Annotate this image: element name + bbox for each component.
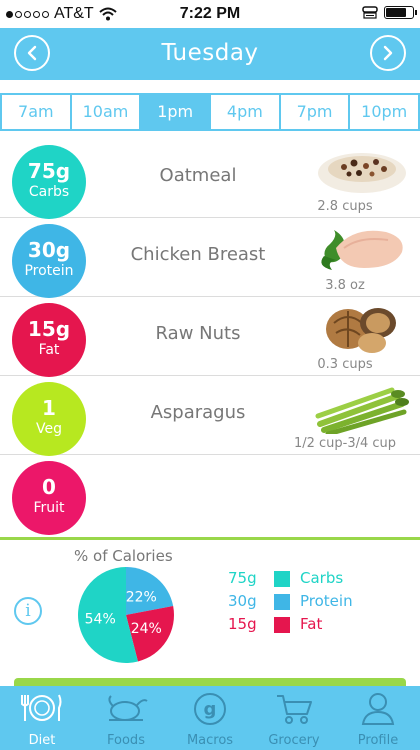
- food-quantity: 0.3 cups: [317, 357, 373, 372]
- status-time: 7:22 PM: [179, 5, 241, 22]
- calories-summary: i % of Calories 22% 24% 54% 75g Carbs 30g Pro…: [0, 540, 420, 678]
- food-row-protein[interactable]: 30g Protein Chicken Breast 3.8 oz: [0, 218, 420, 298]
- next-day-button[interactable]: [370, 35, 406, 71]
- macro-label: Carbs: [28, 184, 70, 200]
- battery-icon: [384, 6, 417, 19]
- macro-amount: 0: [42, 475, 56, 499]
- meal-food-list: 75g Carbs Oatmeal 2.8 cups 30g Protein Chicke…: [0, 139, 420, 535]
- time-tab-1pm[interactable]: 1pm: [141, 95, 212, 129]
- meal-time-tabs: 7am 10am 1pm 4pm 7pm 10pm: [0, 93, 420, 131]
- macro-amount: 1: [42, 396, 56, 420]
- chicken-breast-image: [321, 230, 403, 270]
- protein-macro-circle[interactable]: 30g Protein: [12, 224, 86, 298]
- tty-icon: [362, 6, 378, 19]
- status-bar: AT&T 7:22 PM: [0, 0, 420, 28]
- tab-label: Macros: [186, 733, 234, 748]
- chevron-left-icon: [27, 45, 37, 61]
- pie-label-protein: 22%: [126, 590, 157, 606]
- time-tab-7am[interactable]: 7am: [2, 95, 72, 129]
- oatmeal-image: [318, 153, 406, 193]
- time-tab-10pm[interactable]: 10pm: [350, 95, 418, 129]
- legend-swatch: [274, 594, 290, 610]
- food-row-carbs[interactable]: 75g Carbs Oatmeal 2.8 cups: [0, 139, 420, 219]
- bottom-tab-bar: Diet Foods g Macros Grocery Profile: [0, 686, 420, 750]
- raw-nuts-image: [326, 308, 396, 353]
- day-title: Tuesday: [161, 40, 259, 66]
- previous-day-button[interactable]: [14, 35, 50, 71]
- time-tab-10am[interactable]: 10am: [72, 95, 142, 129]
- macro-label: Fat: [38, 342, 60, 358]
- time-tab-4pm[interactable]: 4pm: [211, 95, 281, 129]
- fruit-macro-circle[interactable]: 0 Fruit: [12, 461, 86, 535]
- tab-label: Foods: [107, 733, 145, 748]
- turkey-icon: [108, 695, 148, 721]
- legend-name: Protein: [300, 592, 353, 610]
- macro-label: Protein: [24, 263, 74, 279]
- status-right: [362, 6, 417, 19]
- food-row-fat[interactable]: 15g Fat Raw Nuts 0.3 cups: [0, 297, 420, 377]
- food-name: Chicken Breast: [130, 244, 266, 265]
- day-header: Tuesday: [0, 28, 420, 80]
- tab-profile[interactable]: Profile: [336, 686, 420, 750]
- food-row-fruit[interactable]: 0 Fruit: [0, 455, 420, 535]
- tab-foods[interactable]: Foods: [84, 686, 168, 750]
- legend-name: Carbs: [300, 569, 344, 587]
- food-quantity: 2.8 cups: [317, 199, 373, 214]
- legend-value: 30g: [228, 592, 257, 610]
- pie-label-carbs: 54%: [85, 611, 116, 627]
- legend-value: 15g: [228, 615, 257, 633]
- tab-macros[interactable]: g Macros: [168, 686, 252, 750]
- food-row-veg[interactable]: 1 Veg Asparagus 1/2 cup-3/4 cup: [0, 376, 420, 456]
- pie-label-fat: 24%: [131, 621, 162, 637]
- person-icon: [361, 693, 395, 725]
- battery-level: [386, 8, 407, 17]
- tab-grocery[interactable]: Grocery: [252, 686, 336, 750]
- calories-title: % of Calories: [74, 547, 173, 565]
- time-tab-7pm[interactable]: 7pm: [281, 95, 351, 129]
- svg-text:g: g: [204, 699, 217, 720]
- food-quantity: 3.8 oz: [325, 278, 365, 293]
- food-quantity: 1/2 cup-3/4 cup: [293, 436, 397, 451]
- food-name: Oatmeal: [159, 165, 237, 186]
- tab-label: Diet: [28, 733, 56, 748]
- calories-pie-chart: 22% 24% 54%: [77, 567, 174, 663]
- macro-amount: 30g: [27, 238, 71, 262]
- tab-diet[interactable]: Diet: [0, 686, 84, 750]
- food-name: Asparagus: [150, 402, 246, 423]
- food-image: [314, 143, 410, 197]
- macro-label: Veg: [36, 421, 62, 437]
- food-image: [314, 222, 410, 276]
- veg-macro-circle[interactable]: 1 Veg: [12, 382, 86, 456]
- tab-label: Profile: [357, 733, 399, 748]
- macro-label: Fruit: [33, 500, 65, 516]
- food-image: [314, 380, 410, 437]
- chevron-right-icon: [383, 45, 393, 61]
- legend-name: Fat: [300, 615, 323, 633]
- cart-icon: [277, 695, 312, 724]
- food-name: Raw Nuts: [155, 323, 241, 344]
- carbs-macro-circle[interactable]: 75g Carbs: [12, 145, 86, 219]
- tab-label: Grocery: [268, 733, 320, 748]
- asparagus-image: [315, 387, 409, 437]
- grams-icon: g: [194, 693, 226, 725]
- fat-macro-circle[interactable]: 15g Fat: [12, 303, 86, 377]
- legend-value: 75g: [228, 569, 257, 587]
- macro-amount: 15g: [27, 317, 71, 341]
- plate-icon: [21, 694, 62, 721]
- macro-amount: 75g: [27, 159, 71, 183]
- info-icon[interactable]: i: [14, 597, 42, 625]
- legend-swatch: [274, 571, 290, 587]
- food-image: [314, 301, 410, 355]
- legend-swatch: [274, 617, 290, 633]
